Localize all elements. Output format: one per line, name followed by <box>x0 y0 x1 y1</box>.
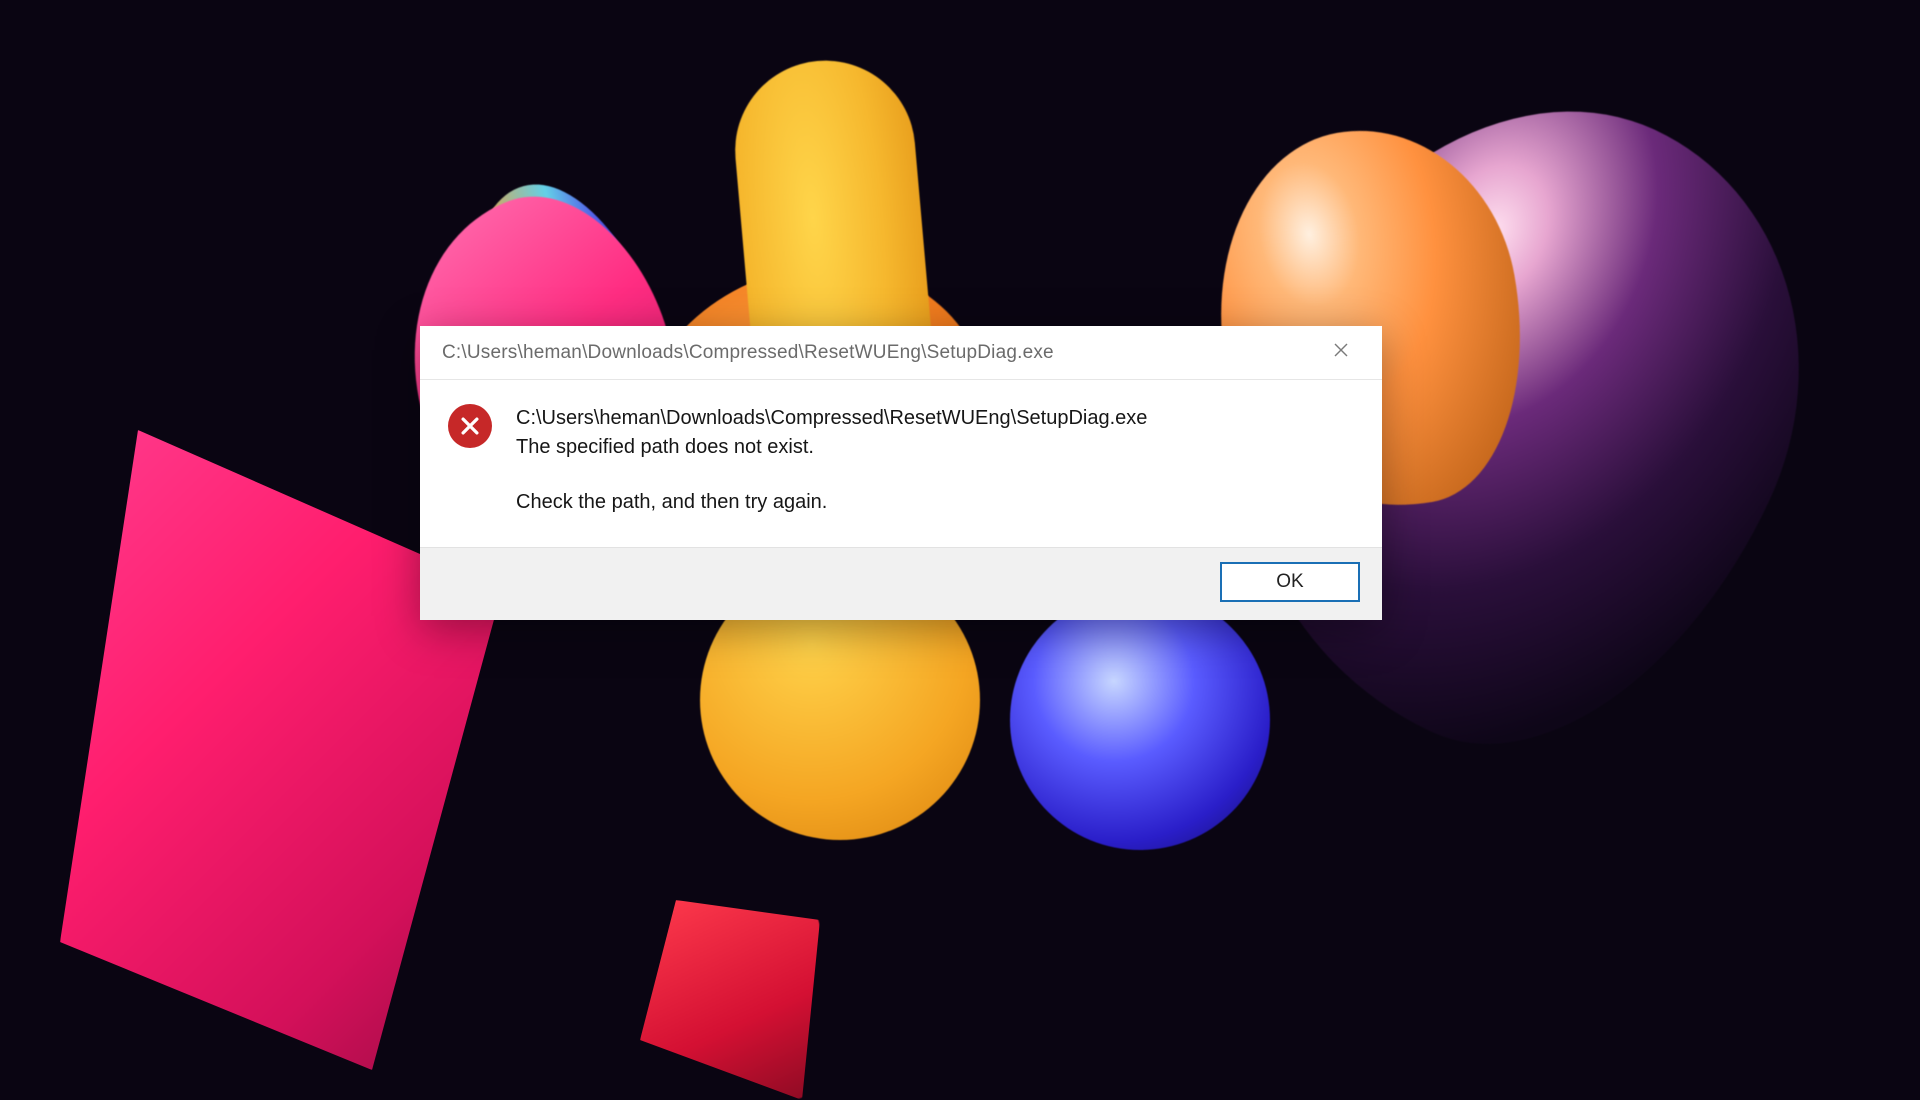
close-button[interactable] <box>1318 336 1364 370</box>
close-icon <box>1333 342 1349 363</box>
error-dialog: C:\Users\heman\Downloads\Compressed\Rese… <box>420 326 1382 620</box>
ok-button-label: OK <box>1276 571 1303 593</box>
message-hint-line: Check the path, and then try again. <box>516 488 1147 517</box>
wallpaper-shape <box>1010 590 1270 850</box>
dialog-title: C:\Users\heman\Downloads\Compressed\Rese… <box>442 342 1054 364</box>
wallpaper-shape <box>640 900 820 1100</box>
error-icon <box>448 404 492 448</box>
message-path-line: C:\Users\heman\Downloads\Compressed\Rese… <box>516 404 1147 433</box>
dialog-button-row: OK <box>420 547 1382 620</box>
message-error-line: The specified path does not exist. <box>516 433 1147 462</box>
ok-button[interactable]: OK <box>1220 562 1360 602</box>
dialog-titlebar[interactable]: C:\Users\heman\Downloads\Compressed\Rese… <box>420 326 1382 380</box>
dialog-content: C:\Users\heman\Downloads\Compressed\Rese… <box>420 380 1382 547</box>
dialog-message: C:\Users\heman\Downloads\Compressed\Rese… <box>516 404 1147 517</box>
